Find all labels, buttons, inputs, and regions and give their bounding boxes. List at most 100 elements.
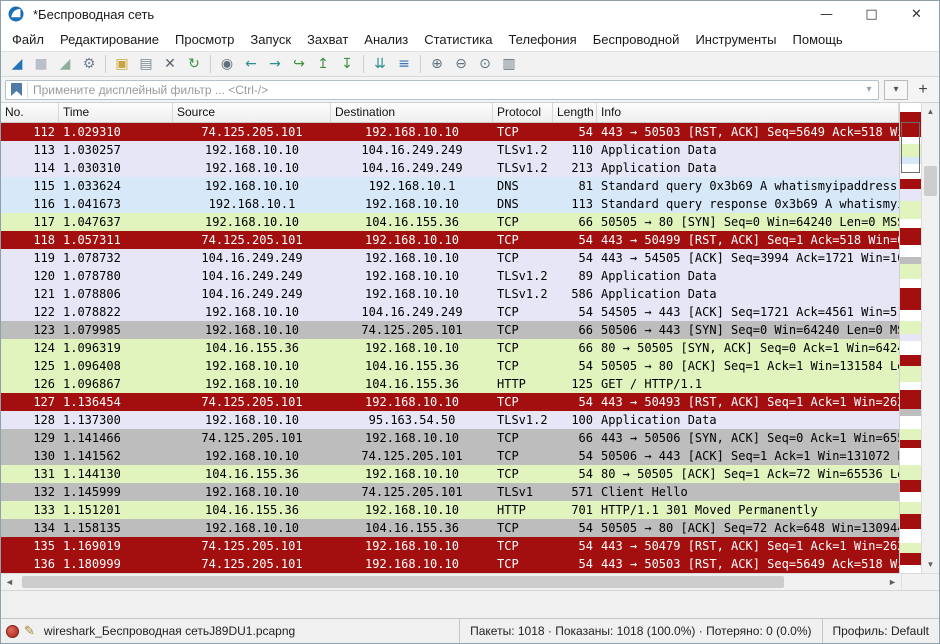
scroll-left-arrow-icon[interactable]: ◄: [1, 574, 18, 590]
menu-view[interactable]: Просмотр: [167, 29, 242, 50]
zoom-out-button[interactable]: ⊖: [449, 53, 473, 75]
go-first-packet-button[interactable]: ↥: [311, 53, 335, 75]
close-file-button[interactable]: ✕: [158, 53, 182, 75]
maximize-button[interactable]: □: [849, 1, 894, 27]
expert-info-icon[interactable]: [6, 625, 19, 638]
packet-row[interactable]: 1351.16901974.125.205.101192.168.10.10TC…: [1, 537, 899, 555]
auto-scroll-button[interactable]: ⇊: [368, 53, 392, 75]
packet-row[interactable]: 1311.144130104.16.155.36192.168.10.10TCP…: [1, 465, 899, 483]
cell-protocol: TLSv1.2: [493, 141, 553, 159]
horizontal-scrollbar-thumb[interactable]: [22, 576, 784, 588]
column-header-destination[interactable]: Destination: [331, 103, 493, 122]
cell-destination: 104.16.155.36: [331, 519, 493, 537]
packet-row[interactable]: 1291.14146674.125.205.101192.168.10.10TC…: [1, 429, 899, 447]
column-header-length[interactable]: Length: [553, 103, 597, 122]
horizontal-scrollbar-track[interactable]: [18, 574, 884, 590]
cell-time: 1.141466: [59, 429, 173, 447]
cell-protocol: TCP: [493, 231, 553, 249]
packet-row[interactable]: 1191.078732104.16.249.249192.168.10.10TC…: [1, 249, 899, 267]
cell-source: 192.168.10.10: [173, 213, 331, 231]
stop-capture-button[interactable]: ■: [29, 53, 53, 75]
packet-row[interactable]: 1281.137300192.168.10.1095.163.54.50TLSv…: [1, 411, 899, 429]
menu-analyze[interactable]: Анализ: [356, 29, 416, 50]
menu-file[interactable]: Файл: [4, 29, 52, 50]
packet-minimap-scrollbar[interactable]: [899, 103, 921, 573]
scroll-down-arrow-icon[interactable]: ▼: [922, 556, 939, 573]
minimap-stripe: [900, 480, 921, 493]
vertical-scrollbar-thumb[interactable]: [924, 166, 937, 196]
horizontal-scrollbar: ◄ ►: [1, 574, 901, 590]
colorize-button[interactable]: ≡: [392, 53, 416, 75]
zoom-in-button[interactable]: ⊕: [425, 53, 449, 75]
column-header-no[interactable]: No.: [1, 103, 59, 122]
filter-bookmark-icon[interactable]: [11, 83, 22, 96]
open-file-button[interactable]: ▣: [110, 53, 134, 75]
packet-row[interactable]: 1361.18099974.125.205.101192.168.10.10TC…: [1, 555, 899, 573]
packet-row[interactable]: 1181.05731174.125.205.101192.168.10.10TC…: [1, 231, 899, 249]
cell-info: Application Data: [597, 267, 899, 285]
packet-row[interactable]: 1201.078780104.16.249.249192.168.10.10TL…: [1, 267, 899, 285]
profile-label[interactable]: Профиль: Default: [822, 619, 940, 643]
find-packet-button[interactable]: ◉: [215, 53, 239, 75]
go-to-packet-button[interactable]: ↪: [287, 53, 311, 75]
packet-row[interactable]: 1271.13645474.125.205.101192.168.10.10TC…: [1, 393, 899, 411]
column-header-protocol[interactable]: Protocol: [493, 103, 553, 122]
menu-wireless[interactable]: Беспроводной: [585, 29, 688, 50]
zoom-reset-button[interactable]: ⊙: [473, 53, 497, 75]
save-file-button[interactable]: ▤: [134, 53, 158, 75]
column-header-time[interactable]: Time: [59, 103, 173, 122]
packet-row[interactable]: 1341.158135192.168.10.10104.16.155.36TCP…: [1, 519, 899, 537]
filter-history-chevron-icon[interactable]: ▾: [860, 84, 878, 95]
menu-statistics[interactable]: Статистика: [416, 29, 500, 50]
vertical-scrollbar-track[interactable]: [922, 120, 939, 556]
restart-capture-button[interactable]: ◢: [53, 53, 77, 75]
packet-row[interactable]: 1221.078822192.168.10.10104.16.249.249TC…: [1, 303, 899, 321]
packet-row[interactable]: 1131.030257192.168.10.10104.16.249.249TL…: [1, 141, 899, 159]
go-forward-button[interactable]: →: [263, 53, 287, 75]
scroll-right-arrow-icon[interactable]: ►: [884, 574, 901, 590]
resize-columns-button[interactable]: ▥: [497, 53, 521, 75]
packet-row[interactable]: 1141.030310192.168.10.10104.16.249.249TL…: [1, 159, 899, 177]
cell-destination: 192.168.10.10: [331, 249, 493, 267]
filter-expression-dropdown[interactable]: ▾: [884, 80, 908, 100]
menu-telephony[interactable]: Телефония: [500, 29, 584, 50]
menu-edit[interactable]: Редактирование: [52, 29, 167, 50]
packet-row[interactable]: 1151.033624192.168.10.10192.168.10.1DNS8…: [1, 177, 899, 195]
find-packet-icon: ◉: [221, 57, 233, 71]
packet-row[interactable]: 1301.141562192.168.10.1074.125.205.101TC…: [1, 447, 899, 465]
close-button[interactable]: ✕: [894, 1, 939, 27]
minimize-button[interactable]: —: [804, 1, 849, 27]
cell-time: 1.144130: [59, 465, 173, 483]
add-filter-button[interactable]: +: [913, 80, 933, 100]
capture-comment-icon[interactable]: ✎: [24, 624, 35, 639]
cell-length: 586: [553, 285, 597, 303]
packet-row[interactable]: 1321.145999192.168.10.1074.125.205.101TL…: [1, 483, 899, 501]
minimap-stripe: [900, 390, 921, 408]
packet-row[interactable]: 1331.151201104.16.155.36192.168.10.10HTT…: [1, 501, 899, 519]
menu-help[interactable]: Помощь: [785, 29, 851, 50]
packet-row[interactable]: 1261.096867192.168.10.10104.16.155.36HTT…: [1, 375, 899, 393]
menu-tools[interactable]: Инструменты: [687, 29, 784, 50]
go-last-packet-button[interactable]: ↧: [335, 53, 359, 75]
scroll-up-arrow-icon[interactable]: ▲: [922, 103, 939, 120]
display-filter-input[interactable]: [28, 81, 860, 99]
toolbar-separator: [363, 55, 364, 73]
packet-row[interactable]: 1251.096408192.168.10.10104.16.155.36TCP…: [1, 357, 899, 375]
packet-row[interactable]: 1241.096319104.16.155.36192.168.10.10TCP…: [1, 339, 899, 357]
packet-row[interactable]: 1121.02931074.125.205.101192.168.10.10TC…: [1, 123, 899, 141]
menu-capture[interactable]: Захват: [299, 29, 356, 50]
packet-row[interactable]: 1211.078806104.16.249.249192.168.10.10TL…: [1, 285, 899, 303]
column-header-source[interactable]: Source: [173, 103, 331, 122]
reload-file-button[interactable]: ↻: [182, 53, 206, 75]
packet-row[interactable]: 1161.041673192.168.10.1192.168.10.10DNS1…: [1, 195, 899, 213]
start-capture-button[interactable]: ◢: [5, 53, 29, 75]
cell-no: 125: [1, 357, 59, 375]
go-back-button[interactable]: ←: [239, 53, 263, 75]
cell-source: 192.168.10.10: [173, 303, 331, 321]
minimap-view-indicator[interactable]: [901, 122, 920, 174]
column-header-info[interactable]: Info: [597, 103, 899, 122]
menu-go[interactable]: Запуск: [242, 29, 299, 50]
packet-row[interactable]: 1231.079985192.168.10.1074.125.205.101TC…: [1, 321, 899, 339]
capture-options-button[interactable]: ⚙: [77, 53, 101, 75]
packet-row[interactable]: 1171.047637192.168.10.10104.16.155.36TCP…: [1, 213, 899, 231]
